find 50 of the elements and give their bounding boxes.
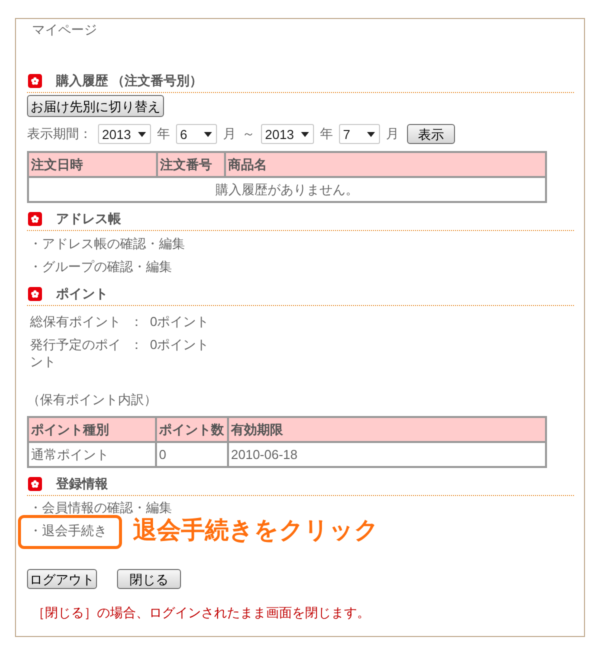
logout-button[interactable]: ログアウト (27, 569, 97, 589)
dropdown-select[interactable]: 7 (339, 124, 380, 144)
points-value: 0ポイント (150, 313, 210, 330)
dropdown-select[interactable]: 2013 (98, 124, 151, 144)
column-header: ポイント種別 (28, 417, 156, 442)
page-title: マイページ (32, 21, 97, 39)
column-header: 有効期限 (228, 417, 546, 442)
close-button[interactable]: 閉じる (117, 569, 181, 589)
flower-icon (28, 477, 42, 491)
unit-text: ～ (242, 125, 255, 144)
points-value: 0ポイント (150, 336, 210, 354)
menu-link[interactable]: ・グループの確認・編集 (29, 257, 172, 277)
section-heading: アドレス帳 (56, 210, 121, 228)
separator-text: ： (130, 336, 144, 354)
separator-text: ： (130, 313, 144, 330)
column-header: 注文番号 (157, 152, 225, 177)
breakdown-caption: （保有ポイント内訳） (27, 391, 157, 409)
callout-text: 退会手続きをクリック (133, 518, 379, 544)
empty-message: 購入履歴がありません。 (28, 177, 546, 202)
section-heading: 登録情報 (56, 475, 108, 493)
section-heading: ポイント (56, 285, 108, 303)
menu-link[interactable]: ・アドレス帳の確認・編集 (29, 234, 185, 254)
column-header: ポイント数 (156, 417, 228, 442)
unit-text: 月 (223, 125, 236, 144)
column-header: 注文日時 (28, 152, 157, 177)
unit-text: 月 (386, 125, 399, 144)
section-heading: 購入履歴 （注文番号別） (56, 72, 203, 90)
caret-down-icon (204, 132, 212, 136)
caret-down-icon (367, 132, 375, 136)
table-cell: 通常ポイント (28, 442, 156, 467)
points-label: 発行予定のポイント (30, 336, 122, 370)
notice-text: ［閉じる］の場合、ログインされたまま画面を閉じます。 (32, 604, 370, 622)
menu-link[interactable]: ・会員情報の確認・編集 (29, 498, 172, 518)
flower-icon (28, 212, 42, 226)
caret-down-icon (138, 132, 146, 136)
table-cell: 2010-06-18 (228, 442, 546, 467)
caret-down-icon (301, 132, 309, 136)
unit-text: 年 (157, 125, 170, 144)
dropdown-select[interactable]: 6 (176, 124, 217, 144)
period-label: 表示期間： (27, 125, 92, 144)
table-cell: 0 (156, 442, 228, 467)
menu-link[interactable]: ・退会手続き (29, 521, 107, 541)
dropdown-select[interactable]: 2013 (261, 124, 314, 144)
unit-text: 年 (320, 125, 333, 144)
column-header: 商品名 (225, 152, 546, 177)
points-label: 総保有ポイント (30, 313, 122, 330)
show-button[interactable]: 表示 (407, 124, 455, 144)
toggle-button[interactable]: お届け先別に切り替え (27, 95, 164, 117)
flower-icon (28, 74, 42, 88)
flower-icon (28, 287, 42, 301)
